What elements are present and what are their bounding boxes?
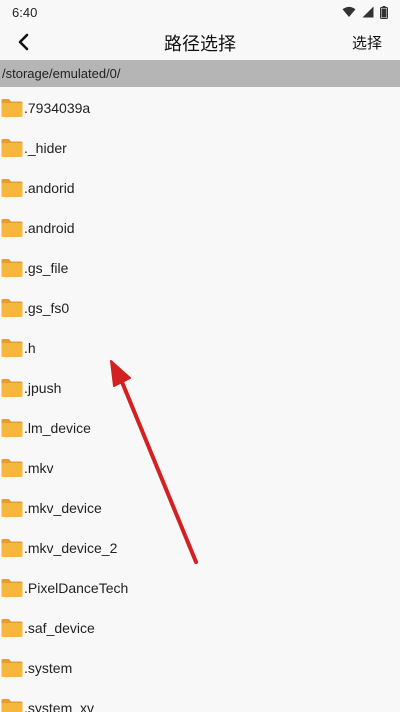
folder-icon xyxy=(1,697,23,712)
folder-icon xyxy=(1,137,23,159)
folder-name: .android xyxy=(24,220,75,236)
folder-list-item[interactable]: .mkv xyxy=(0,448,400,488)
folder-icon xyxy=(1,577,23,599)
folder-icon xyxy=(1,617,23,639)
folder-name: .jpush xyxy=(24,380,62,396)
folder-name: .h xyxy=(24,340,36,356)
folder-name: .system xyxy=(24,660,73,676)
folder-icon xyxy=(1,537,23,559)
folder-name: .mkv_device_2 xyxy=(24,540,118,556)
folder-name: .7934039a xyxy=(24,100,91,116)
folder-name: .mkv xyxy=(24,460,54,476)
folder-icon xyxy=(1,417,23,439)
folder-name: .lm_device xyxy=(24,420,91,436)
folder-list-item[interactable]: .gs_fs0 xyxy=(0,288,400,328)
folder-name: ._hider xyxy=(24,140,67,156)
screen: 6:40 路径选择 选择 /storage/emulated/0/ .79340… xyxy=(0,0,400,712)
folder-list-item[interactable]: ._hider xyxy=(0,128,400,168)
status-icons xyxy=(342,5,388,19)
battery-icon xyxy=(380,5,388,19)
folder-name: .andorid xyxy=(24,180,75,196)
folder-list: .7934039a ._hider .andorid .android .gs_file… xyxy=(0,88,400,712)
folder-name: .saf_device xyxy=(24,620,95,636)
folder-icon xyxy=(1,497,23,519)
status-bar: 6:40 xyxy=(0,0,400,24)
folder-icon xyxy=(1,257,23,279)
folder-name: .system_xv xyxy=(24,700,95,712)
folder-list-item[interactable]: .android xyxy=(0,208,400,248)
folder-name: .gs_fs0 xyxy=(24,300,70,316)
folder-list-item[interactable]: .h xyxy=(0,328,400,368)
folder-list-item[interactable]: .mkv_device_2 xyxy=(0,528,400,568)
app-bar: 路径选择 选择 xyxy=(0,24,400,60)
back-arrow-icon xyxy=(18,33,29,51)
folder-icon xyxy=(1,97,23,119)
folder-name: .PixelDanceTech xyxy=(24,580,129,596)
folder-icon xyxy=(1,377,23,399)
folder-list-item[interactable]: .system xyxy=(0,648,400,688)
folder-icon xyxy=(1,337,23,359)
folder-icon xyxy=(1,657,23,679)
folder-icon xyxy=(1,297,23,319)
folder-list-item[interactable]: .7934039a xyxy=(0,88,400,128)
page-title: 路径选择 xyxy=(164,34,236,54)
folder-list-item[interactable]: .andorid xyxy=(0,168,400,208)
folder-list-item[interactable]: .jpush xyxy=(0,368,400,408)
select-button[interactable]: 选择 xyxy=(352,32,382,53)
folder-list-item[interactable]: .system_xv xyxy=(0,688,400,712)
folder-list-item[interactable]: .mkv_device xyxy=(0,488,400,528)
folder-list-item[interactable]: .PixelDanceTech xyxy=(0,568,400,608)
folder-name: .mkv_device xyxy=(24,500,102,516)
folder-list-item[interactable]: .lm_device xyxy=(0,408,400,448)
folder-icon xyxy=(1,177,23,199)
folder-name: .gs_file xyxy=(24,260,69,276)
folder-list-item[interactable]: .gs_file xyxy=(0,248,400,288)
folder-list-item[interactable]: .saf_device xyxy=(0,608,400,648)
folder-icon xyxy=(1,217,23,239)
status-time: 6:40 xyxy=(12,4,38,20)
path-breadcrumb: /storage/emulated/0/ xyxy=(0,60,400,87)
wifi-icon xyxy=(342,6,356,17)
back-button[interactable] xyxy=(8,26,40,58)
current-path: /storage/emulated/0/ xyxy=(2,66,121,81)
folder-icon xyxy=(1,457,23,479)
signal-icon xyxy=(362,6,374,18)
